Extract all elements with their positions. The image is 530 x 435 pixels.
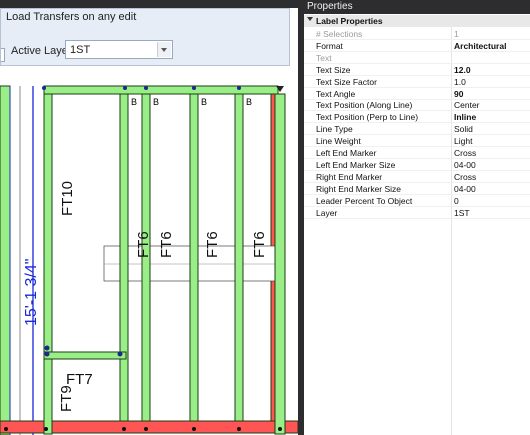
properties-title-bar: Properties [304,0,530,14]
stud-label-ft6[interactable]: FT6 [158,231,175,258]
stud-label-ft6[interactable]: FT6 [251,231,268,258]
property-row[interactable]: Line Weight Light [304,135,530,148]
property-key: Layer [316,207,338,218]
property-row[interactable]: Text Position (Along Line) Center [304,99,530,112]
active-layer-dropdown[interactable]: 1ST [65,40,173,59]
property-row[interactable]: Format Architectural [304,40,530,52]
property-row[interactable]: # Selections 1 [304,28,530,40]
sill-plate[interactable] [43,351,127,360]
panel-top-strip [0,0,298,8]
stud-left-edge[interactable] [0,85,11,435]
property-row[interactable]: Right End Marker Cross [304,171,530,183]
load-transfers-label: Load Transfers on any edit [6,11,137,23]
property-group-header[interactable]: Label Properties [304,15,530,27]
property-row[interactable]: Text Position (Perp to Line) Inline [304,111,530,124]
stud[interactable] [119,93,129,422]
property-value[interactable]: 04-00 [454,184,476,194]
anchor-dot [44,351,50,357]
property-row[interactable]: Leader Percent To Object 0 [304,195,530,207]
drawing-canvas[interactable]: B B B B 15'-1 3/4" FT10 FT6 FT6 FT6 FT6 … [0,66,298,435]
properties-panel: Properties Label Properties # Selections… [304,0,530,435]
property-value[interactable]: 04-00 [454,160,476,170]
property-value[interactable]: 1ST [454,208,470,218]
property-row[interactable]: Text [304,52,530,64]
stud-label-ft6[interactable]: FT6 [135,231,152,258]
property-key: Text Position (Perp to Line) [316,112,419,123]
header-label-b: B [153,97,159,107]
property-key: Text [316,52,332,63]
properties-title: Properties [307,1,353,12]
anchor-dot [123,86,127,90]
property-key: # Selections [316,29,363,39]
stud-right[interactable] [274,93,286,435]
drawing-panel: Load Transfers on any edit Active Layer:… [0,0,298,435]
dimension-text[interactable]: 15'-1 3/4" [23,259,40,326]
property-key: Leader Percent To Object [316,195,413,206]
stud-label-ft9[interactable]: FT9 [58,385,75,412]
anchor-dot [144,86,148,90]
property-row[interactable]: Text Size 12.0 [304,64,530,76]
property-value[interactable]: 1 [454,29,459,39]
property-value[interactable]: 12.0 [454,65,471,75]
property-key: Text Position (Along Line) [316,100,413,111]
property-row[interactable]: Text Size Factor 1.0 [304,76,530,88]
property-value[interactable]: Solid [454,124,473,134]
property-key: Text Size Factor [316,76,377,87]
property-value[interactable]: Architectural [454,41,506,51]
property-key: Right End Marker [316,171,383,182]
property-key: Line Type [316,124,353,135]
anchor-dot [237,86,241,90]
property-row[interactable]: Layer 1ST [304,207,530,219]
property-row[interactable]: Left End Marker Size 04-00 [304,159,530,171]
property-key: Format [316,40,343,51]
property-value[interactable]: Light [454,136,472,146]
property-row[interactable]: Line Type Solid [304,123,530,136]
stud-ft10-king[interactable] [43,93,53,435]
property-group-title: Label Properties [316,16,383,26]
wall-framing-drawing[interactable]: B B B B 15'-1 3/4" FT10 FT6 FT6 FT6 FT6 … [0,66,298,435]
active-layer-value: 1ST [70,44,91,56]
collapse-arrow-icon[interactable] [307,17,313,21]
header-label-b: B [246,97,252,107]
anchor-dot [42,86,46,90]
stud[interactable] [234,93,244,422]
anchor-dot [44,345,50,351]
property-key: Left End Marker Size [316,159,396,170]
property-key: Line Weight [316,136,361,147]
property-value[interactable]: Inline [454,112,476,122]
property-row[interactable]: Right End Marker Size 04-00 [304,183,530,195]
anchor-dot [192,86,196,90]
property-row[interactable]: Text Angle 90 [304,88,530,100]
property-value[interactable]: 90 [454,89,463,99]
layer-toolbar: Load Transfers on any edit Active Layer:… [0,8,290,66]
stud[interactable] [189,93,199,422]
property-value[interactable]: Cross [454,148,476,158]
side-control-stub[interactable] [1,48,5,62]
chevron-down-icon[interactable] [157,42,171,57]
header-label-b: B [201,97,207,107]
property-row[interactable]: Left End Marker Cross [304,147,530,159]
property-key: Left End Marker [316,148,377,158]
property-key: Text Angle [316,88,356,99]
property-key: Right End Marker Size [316,183,402,194]
property-value[interactable]: 1.0 [454,77,466,87]
header-label-b: B [131,97,137,107]
anchor-dot [117,351,123,357]
property-value[interactable]: 0 [454,196,459,206]
stud-label-ft6[interactable]: FT6 [204,231,221,258]
top-plate[interactable] [43,85,279,95]
property-value[interactable]: Center [454,100,480,110]
stud-label-ft10[interactable]: FT10 [59,181,76,216]
property-value[interactable]: Cross [454,172,476,182]
property-key: Text Size [316,64,351,75]
